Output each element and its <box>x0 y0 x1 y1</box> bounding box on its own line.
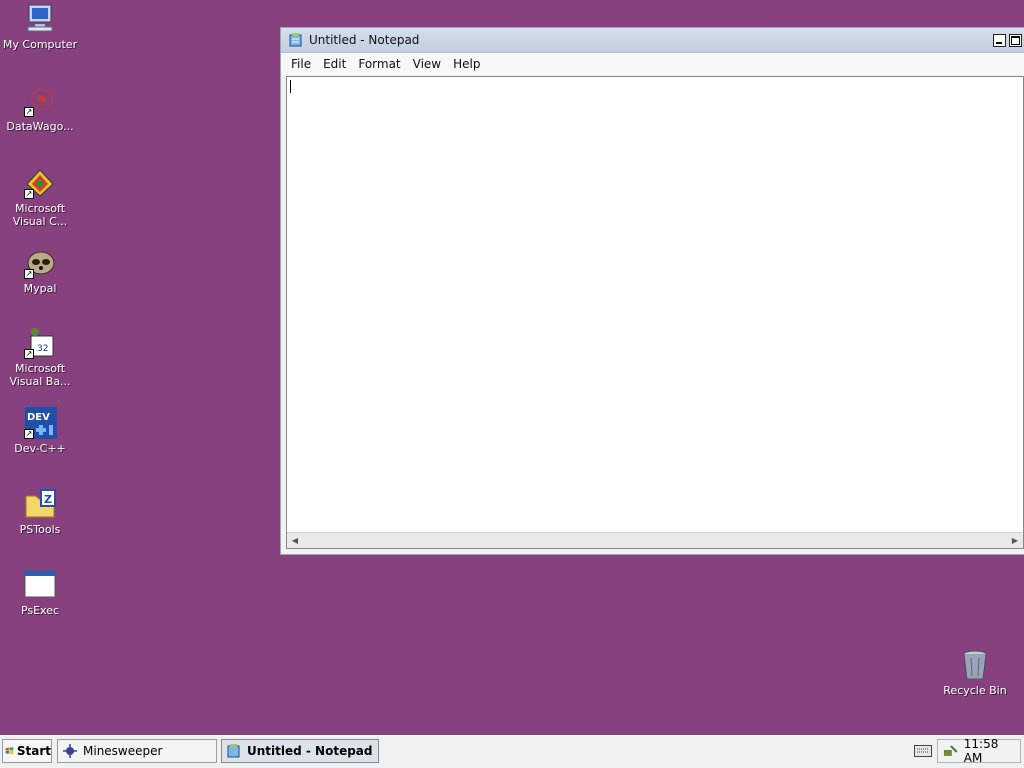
shortcut-arrow-icon: ↗ <box>24 189 34 199</box>
svg-text:DEV: DEV <box>27 412 50 423</box>
desktop-icon-label: Recycle Bin <box>943 684 1007 697</box>
menu-view[interactable]: View <box>407 57 447 71</box>
taskbar-button-label: Untitled - Notepad <box>247 744 373 758</box>
my-computer-icon <box>23 2 57 36</box>
mypal-icon: ↗ <box>23 246 57 280</box>
desktop-icon-pstools[interactable]: Z PSTools <box>0 487 80 536</box>
window-icon <box>23 568 57 602</box>
desktop-icon-mypal[interactable]: ↗ Mypal <box>0 246 80 295</box>
maximize-icon <box>1011 36 1020 45</box>
desktop-icon-label: PSTools <box>19 523 61 536</box>
desktop-icon-label: DataWago... <box>6 120 74 133</box>
shortcut-arrow-icon: ↗ <box>24 349 34 359</box>
title-bar[interactable]: Untitled - Notepad <box>281 28 1024 53</box>
menu-edit[interactable]: Edit <box>317 57 352 71</box>
taskbar-button-label: Minesweeper <box>83 744 163 758</box>
desktop-icon-label: Dev-C++ <box>14 442 66 455</box>
taskbar-button-minesweeper[interactable]: Minesweeper <box>57 739 217 763</box>
dev-cpp-icon: DEV ↗ <box>23 406 57 440</box>
svg-text:32: 32 <box>37 344 48 354</box>
menu-file[interactable]: File <box>285 57 317 71</box>
visual-cpp-icon: ↗ <box>23 166 57 200</box>
desktop-icon-label: Microsoft Visual Ba... <box>9 362 71 388</box>
shortcut-arrow-icon: ↗ <box>24 429 34 439</box>
visual-basic-icon: 32 ↗ <box>23 326 57 360</box>
desktop-icon-my-computer[interactable]: My Computer <box>0 2 80 51</box>
system-tray: 11:58 AM <box>937 737 1021 765</box>
network-icon[interactable] <box>942 743 958 759</box>
keyboard-icon[interactable] <box>914 745 932 757</box>
desktop-icon-visual-basic[interactable]: 32 ↗ Microsoft Visual Ba... <box>0 326 80 388</box>
desktop-icon-label: Mypal <box>23 282 57 295</box>
svg-text:Z: Z <box>44 493 52 506</box>
notepad-icon <box>289 33 302 47</box>
desktop-icon-datawagon[interactable]: ↗ DataWago... <box>0 84 80 133</box>
folder-icon: Z <box>23 487 57 521</box>
menu-format[interactable]: Format <box>352 57 406 71</box>
minimize-icon <box>996 42 1002 44</box>
desktop-icon-label: PsExec <box>20 604 60 617</box>
desktop-icon-psexec[interactable]: PsExec <box>0 568 80 617</box>
text-caret <box>290 80 291 93</box>
notepad-window[interactable]: Untitled - Notepad File Edit Format View… <box>280 27 1024 555</box>
start-label: Start <box>16 744 51 758</box>
desktop-icon-visual-cpp[interactable]: ↗ Microsoft Visual C... <box>0 166 80 228</box>
clock[interactable]: 11:58 AM <box>964 737 1020 765</box>
notepad-icon <box>227 744 240 758</box>
maximize-button[interactable] <box>1009 34 1022 47</box>
desktop-icon-label: My Computer <box>2 38 78 51</box>
minesweeper-icon <box>63 744 77 758</box>
minimize-button[interactable] <box>993 34 1006 47</box>
menu-help[interactable]: Help <box>447 57 486 71</box>
scroll-right-icon[interactable]: ▶ <box>1009 535 1021 547</box>
taskbar: Start Minesweeper Untitled - Notepad 11:… <box>0 735 1024 768</box>
scroll-left-icon[interactable]: ◀ <box>289 535 301 547</box>
window-title: Untitled - Notepad <box>309 33 420 47</box>
start-button[interactable]: Start <box>2 739 52 763</box>
desktop-icon-recycle-bin[interactable]: Recycle Bin <box>935 648 1015 697</box>
recycle-bin-icon <box>958 648 992 682</box>
windows-logo-icon <box>5 747 14 755</box>
desktop-icon-label: Microsoft Visual C... <box>12 202 68 228</box>
menu-bar: File Edit Format View Help <box>281 53 1024 75</box>
shortcut-arrow-icon: ↗ <box>24 107 34 117</box>
datawagon-icon: ↗ <box>23 84 57 118</box>
desktop-icon-dev-cpp[interactable]: DEV ↗ Dev-C++ <box>0 406 80 455</box>
horizontal-scrollbar[interactable]: ◀ ▶ <box>287 532 1023 548</box>
shortcut-arrow-icon: ↗ <box>24 269 34 279</box>
text-editor[interactable]: ◀ ▶ <box>286 76 1024 549</box>
taskbar-button-notepad[interactable]: Untitled - Notepad <box>221 739 379 763</box>
